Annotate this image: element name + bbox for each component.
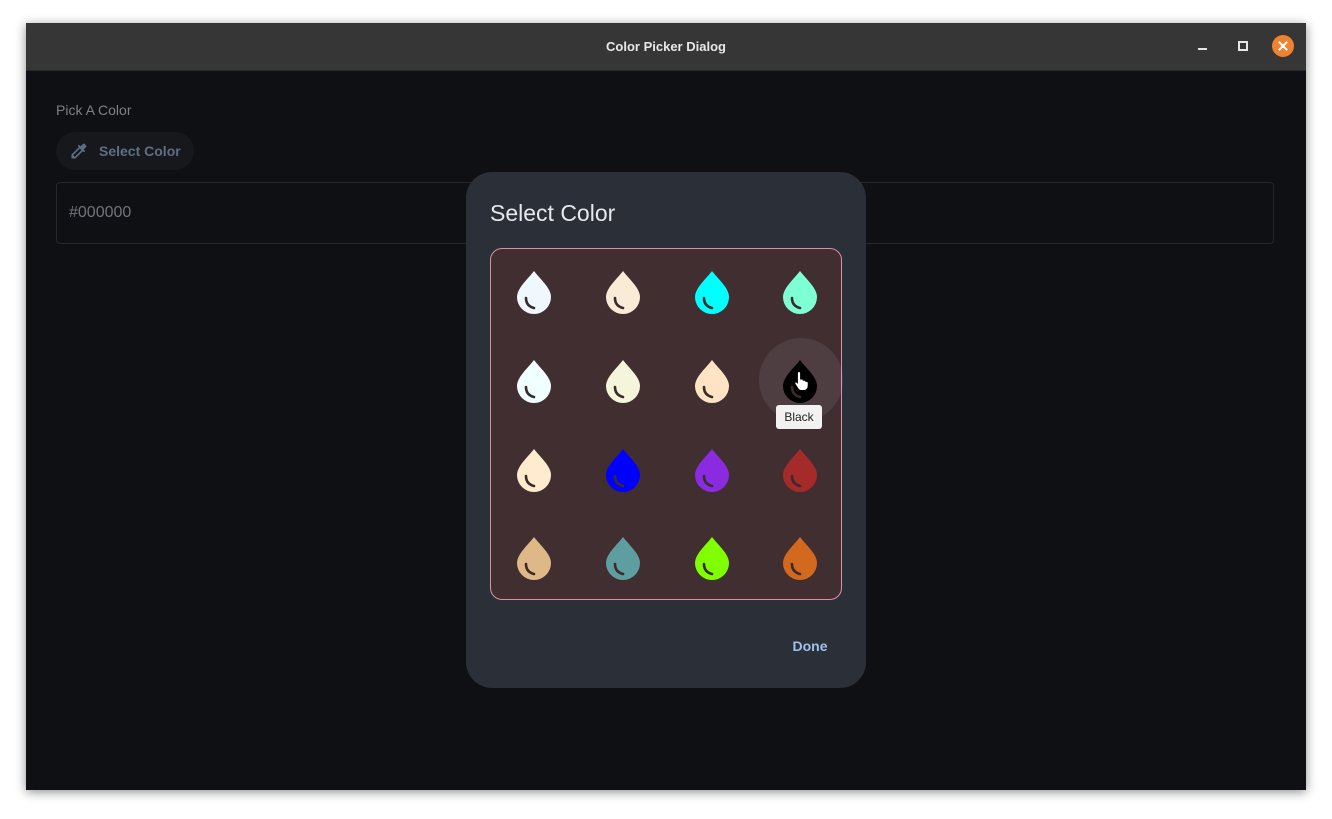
water-drop-icon (517, 359, 551, 403)
color-swatch[interactable] (669, 515, 757, 603)
select-color-button[interactable]: Select Color (56, 132, 194, 170)
main-content: Pick A Color Select Color #000000 Select… (26, 71, 1306, 790)
select-color-label: Select Color (99, 143, 181, 159)
color-swatch[interactable] (580, 515, 668, 603)
hand-cursor-icon (794, 370, 809, 391)
color-swatch[interactable] (669, 338, 757, 426)
minimize-icon[interactable] (1192, 35, 1214, 57)
water-drop-icon (605, 537, 640, 581)
color-swatch[interactable] (491, 338, 579, 426)
water-drop-icon (605, 359, 640, 403)
water-drop-icon (694, 359, 729, 403)
water-drop-icon (605, 448, 640, 492)
color-grid: Black (490, 248, 845, 603)
water-drop-icon (694, 271, 729, 314)
dialog-title: Select Color (490, 200, 616, 226)
done-button[interactable]: Done (784, 633, 836, 659)
color-swatch[interactable] (757, 249, 845, 337)
eyedropper-icon (71, 143, 87, 159)
color-swatch[interactable] (580, 338, 668, 426)
water-drop-icon (517, 448, 551, 492)
close-icon[interactable] (1272, 35, 1294, 57)
water-drop-icon (783, 271, 818, 314)
color-swatch[interactable] (669, 249, 757, 337)
color-swatch[interactable] (580, 249, 668, 337)
water-drop-icon (783, 448, 818, 492)
water-drop-icon (783, 537, 818, 581)
color-tooltip: Black (776, 405, 822, 429)
maximize-icon[interactable] (1232, 35, 1254, 57)
water-drop-icon (694, 537, 729, 581)
color-swatch[interactable] (491, 249, 579, 337)
color-swatch[interactable] (669, 427, 757, 515)
color-swatch[interactable] (491, 427, 579, 515)
title-bar: Color Picker Dialog (26, 23, 1306, 71)
water-drop-icon (517, 271, 551, 314)
select-color-dialog: Select Color Black Done (466, 172, 866, 688)
color-swatch[interactable] (757, 515, 845, 603)
water-drop-icon (605, 271, 640, 314)
window-title: Color Picker Dialog (606, 39, 726, 54)
color-swatch[interactable] (580, 427, 668, 515)
pick-color-label: Pick A Color (56, 102, 132, 118)
app-window: Color Picker Dialog Pick A Color Select … (26, 23, 1306, 790)
color-swatch[interactable] (757, 427, 845, 515)
water-drop-icon (694, 448, 729, 492)
water-drop-icon (517, 537, 551, 581)
color-swatch[interactable] (491, 515, 579, 603)
